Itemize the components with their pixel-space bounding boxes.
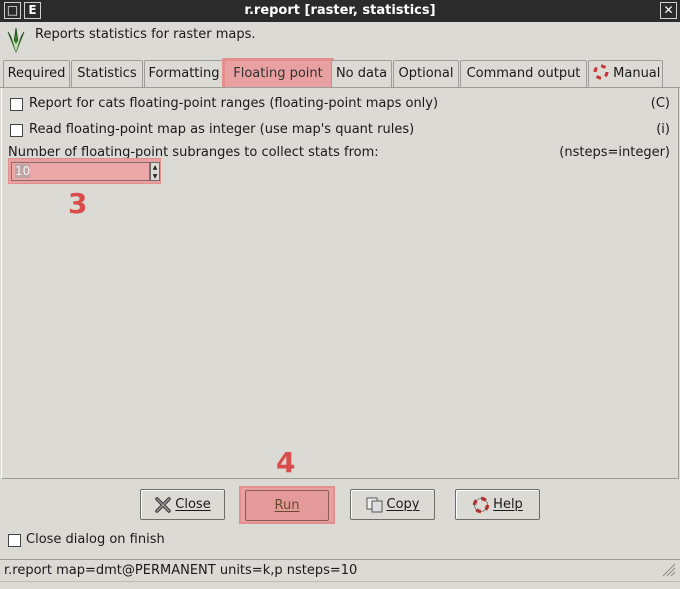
close-button[interactable]: Close bbox=[140, 489, 225, 520]
tab-manual-label: Manual bbox=[613, 66, 661, 81]
help-button[interactable]: Help bbox=[455, 489, 540, 520]
option-i-flag: (i) bbox=[656, 122, 670, 137]
help-button-label: Help bbox=[493, 497, 523, 512]
tab-command-output[interactable]: Command output bbox=[460, 60, 587, 87]
floating-point-panel: Report for cats floating-point ranges (f… bbox=[1, 88, 679, 479]
close-x-icon bbox=[155, 496, 172, 513]
tab-required[interactable]: Required bbox=[3, 60, 70, 87]
run-button[interactable]: Run bbox=[245, 490, 329, 521]
run-button-label: Run bbox=[274, 498, 300, 513]
option-i-checkbox[interactable] bbox=[10, 124, 23, 137]
option-i-label: Read floating-point map as integer (use … bbox=[29, 122, 415, 137]
module-description: Reports statistics for raster maps. bbox=[35, 27, 256, 42]
command-preview: r.report map=dmt@PERMANENT units=k,p nst… bbox=[4, 563, 358, 578]
tab-no-data[interactable]: No data bbox=[331, 60, 392, 87]
annotation-marker-4: 4 bbox=[276, 446, 296, 479]
close-button-label: Close bbox=[175, 497, 211, 512]
status-bar: r.report map=dmt@PERMANENT units=k,p nst… bbox=[0, 559, 680, 581]
close-on-finish-checkbox[interactable] bbox=[8, 534, 21, 547]
grass-icon bbox=[7, 27, 25, 54]
tab-manual[interactable]: Manual bbox=[588, 60, 663, 87]
help-lifebuoy-icon bbox=[472, 496, 490, 513]
stepper-down-icon[interactable]: ▼ bbox=[151, 172, 159, 181]
stepper-up-icon[interactable]: ▲ bbox=[151, 163, 159, 172]
nsteps-input[interactable]: 10 bbox=[11, 162, 150, 181]
title-bar: □ E r.report [raster, statistics] ✕ bbox=[0, 0, 680, 22]
close-window-button[interactable]: ✕ bbox=[660, 2, 677, 19]
copy-button[interactable]: Copy bbox=[350, 489, 435, 520]
nsteps-stepper[interactable]: ▲ ▼ bbox=[150, 162, 160, 181]
tab-bar: Required Statistics Formatting Floating … bbox=[0, 58, 680, 88]
tab-optional[interactable]: Optional bbox=[393, 60, 459, 87]
dialog-header: Reports statistics for raster maps. bbox=[0, 22, 680, 58]
resize-grip-icon[interactable] bbox=[662, 563, 676, 577]
copy-button-label: Copy bbox=[386, 497, 420, 512]
option-c-flag: (C) bbox=[650, 96, 670, 111]
copy-icon bbox=[366, 497, 382, 512]
option-c-checkbox[interactable] bbox=[10, 98, 23, 111]
lifebuoy-icon bbox=[593, 64, 609, 80]
annotation-marker-3: 3 bbox=[68, 187, 88, 220]
tab-floating-point[interactable]: Floating point bbox=[222, 58, 334, 88]
bottom-strip bbox=[0, 581, 680, 589]
run-highlight: Run bbox=[239, 486, 335, 524]
close-on-finish-label: Close dialog on finish bbox=[26, 532, 165, 547]
nsteps-value: 10 bbox=[15, 164, 31, 178]
tab-formatting[interactable]: Formatting bbox=[144, 60, 224, 87]
tab-statistics[interactable]: Statistics bbox=[71, 60, 143, 87]
nsteps-highlight: 10 ▲ ▼ bbox=[8, 158, 161, 184]
option-c-label: Report for cats floating-point ranges (f… bbox=[29, 96, 439, 111]
nsteps-param: (nsteps=integer) bbox=[559, 145, 670, 160]
window-title: r.report [raster, statistics] bbox=[244, 3, 436, 18]
